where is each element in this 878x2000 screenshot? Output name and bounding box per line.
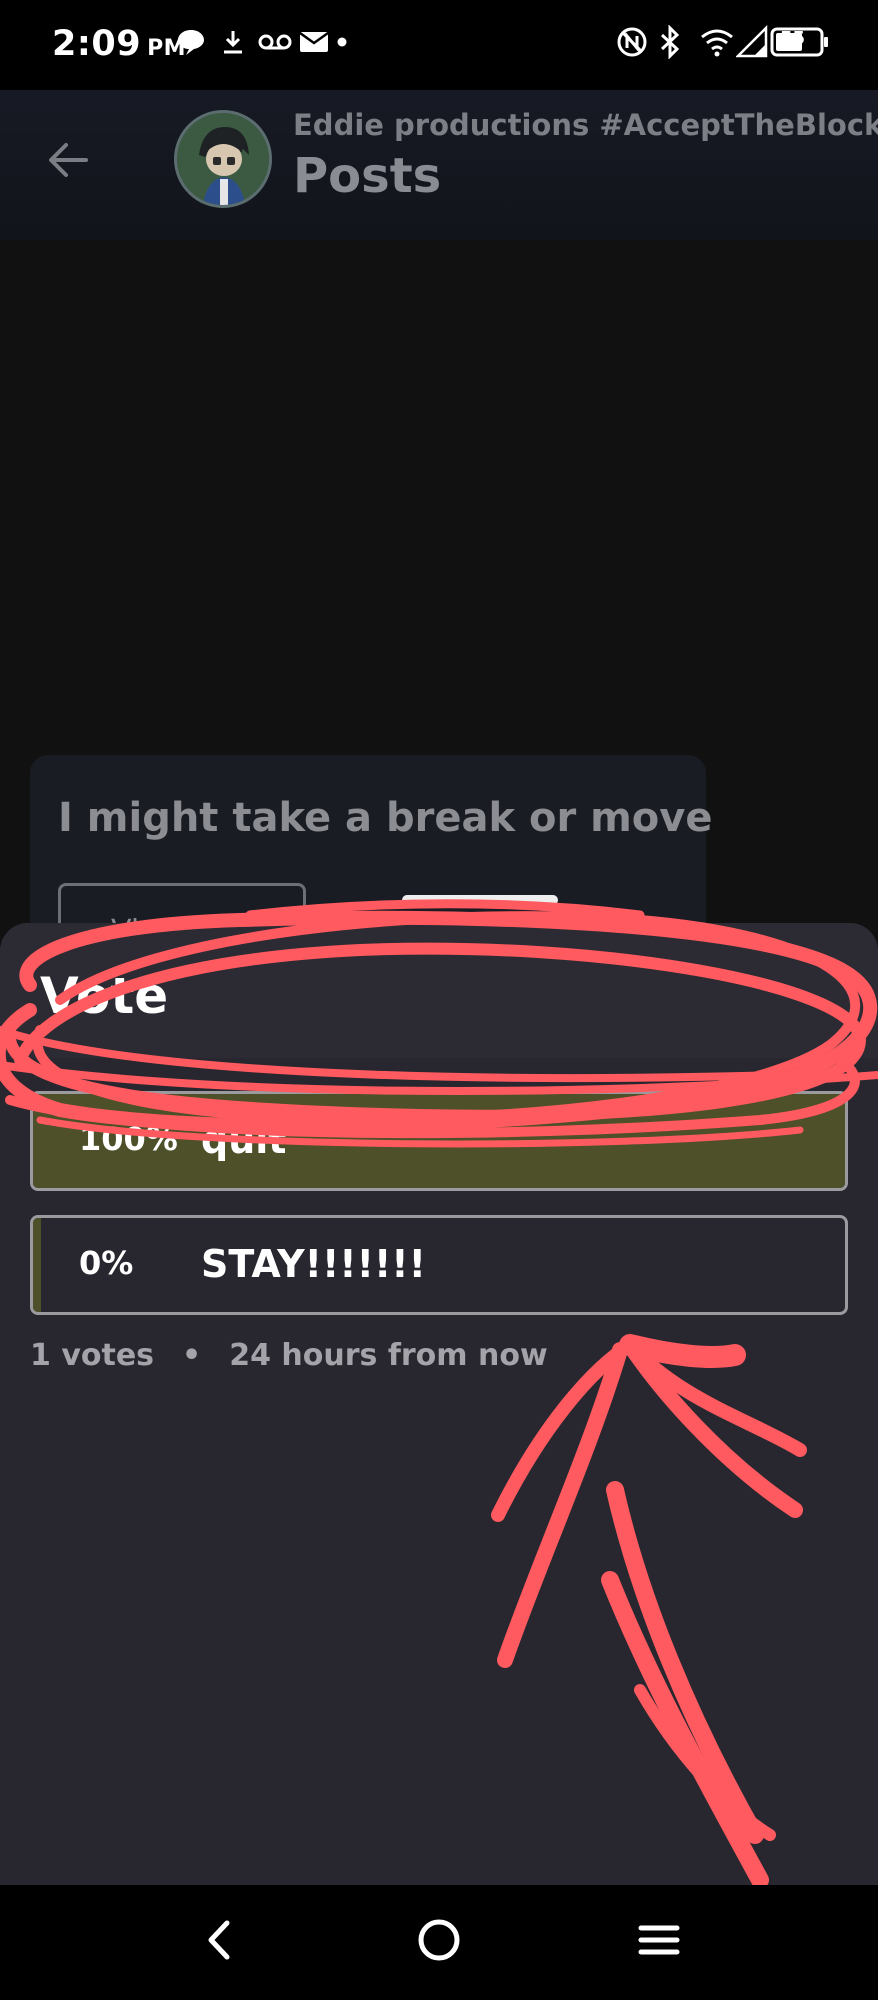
poll-option-label: quit bbox=[201, 1118, 287, 1162]
nfc-icon bbox=[616, 22, 648, 62]
back-arrow-icon bbox=[46, 140, 90, 184]
chat-icon bbox=[176, 22, 206, 62]
battery-level: 55 bbox=[780, 28, 806, 49]
battery-icon: 55 bbox=[770, 22, 830, 62]
back-button[interactable] bbox=[38, 132, 98, 192]
poll-option-percent: 100% bbox=[79, 1120, 178, 1158]
status-time: 2:09 PM bbox=[52, 24, 186, 64]
download-icon bbox=[220, 22, 246, 62]
app-bar: Eddie productions #AcceptTheBlock's Post… bbox=[0, 90, 878, 240]
mail-icon bbox=[298, 22, 330, 62]
vote-count: 1 votes bbox=[30, 1338, 155, 1373]
nav-back-button[interactable] bbox=[184, 1907, 254, 1977]
page-title: Posts bbox=[293, 148, 442, 204]
meta-separator: • bbox=[182, 1338, 202, 1373]
notification-dot-icon bbox=[336, 22, 348, 62]
nav-menu-icon bbox=[637, 1920, 681, 1964]
drag-handle[interactable] bbox=[402, 895, 558, 905]
wifi-icon bbox=[700, 22, 734, 62]
poll-ends: 24 hours from now bbox=[229, 1338, 548, 1373]
bluetooth-icon bbox=[658, 22, 682, 62]
poll-option-label: STAY!!!!!!! bbox=[201, 1242, 426, 1286]
poll-option-stay[interactable]: 0% STAY!!!!!!! bbox=[30, 1215, 848, 1315]
poll-option-percent: 0% bbox=[79, 1244, 134, 1282]
signal-icon bbox=[736, 22, 768, 62]
profile-subtitle: Eddie productions #AcceptTheBlock's bbox=[293, 108, 878, 142]
avatar[interactable] bbox=[174, 110, 272, 208]
nav-home-icon bbox=[414, 1915, 464, 1969]
poll-meta: 1 votes • 24 hours from now bbox=[30, 1338, 548, 1373]
poll-sheet: Vote 100% quit 0% STAY!!!!!!! 1 votes • 24… bbox=[0, 923, 878, 1885]
poll-sheet-title: Vote bbox=[40, 967, 169, 1025]
status-bar: 2:09 PM 55 bbox=[0, 0, 878, 90]
poll-sheet-header: Vote bbox=[0, 923, 878, 1058]
poll-option-quit[interactable]: 100% quit bbox=[30, 1091, 848, 1191]
nav-back-icon bbox=[199, 1915, 239, 1969]
nav-home-button[interactable] bbox=[404, 1907, 474, 1977]
poll-option-fill bbox=[33, 1218, 42, 1312]
nav-menu-button[interactable] bbox=[624, 1907, 694, 1977]
navigation-bar bbox=[0, 1885, 878, 2000]
post-text: I might take a break or move bbox=[58, 795, 713, 841]
voicemail-icon bbox=[258, 22, 292, 62]
status-time-value: 2:09 bbox=[52, 24, 142, 64]
